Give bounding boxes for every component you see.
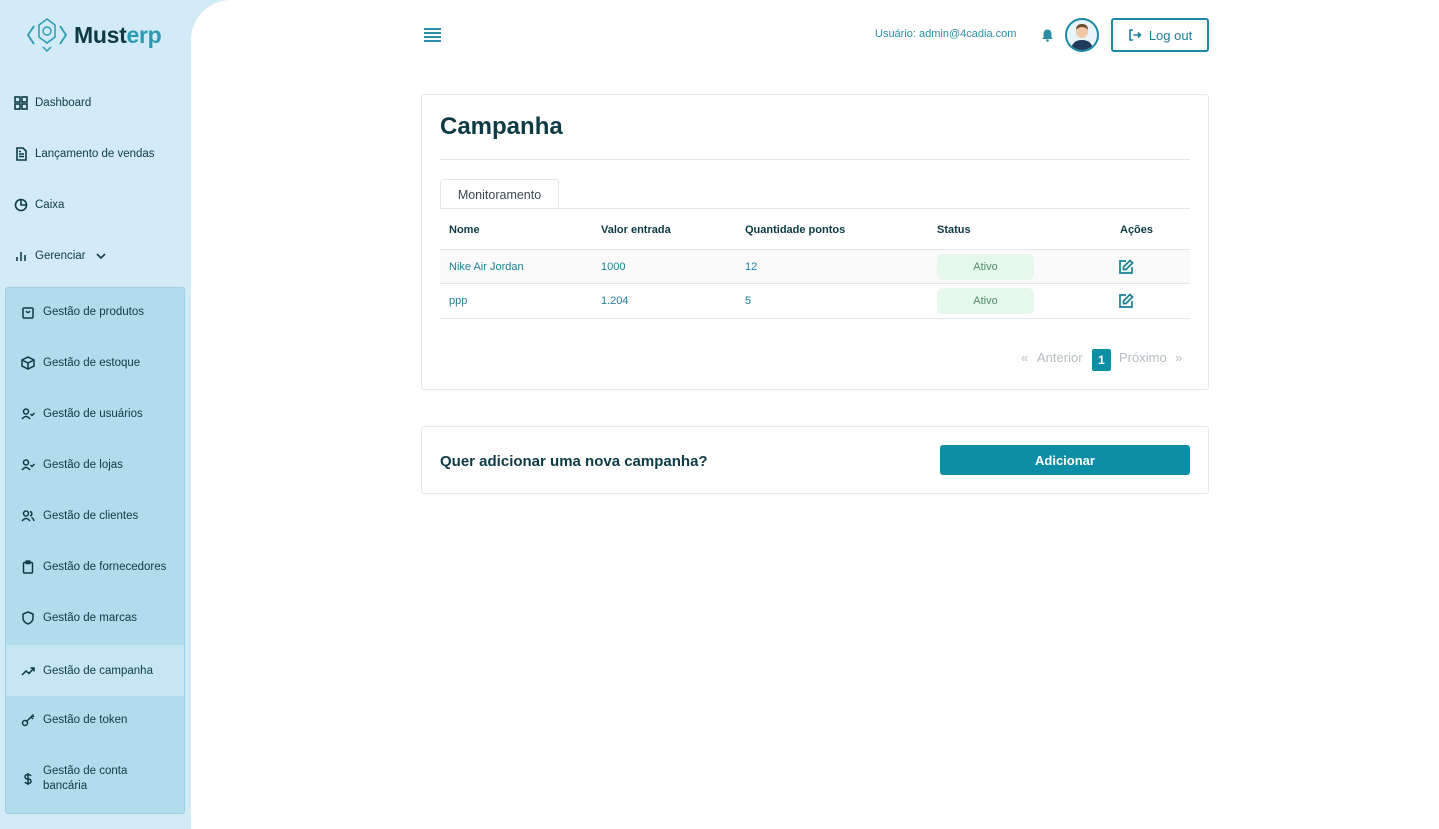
campaign-card: Campanha Monitoramento Nome Valor entrad…: [421, 94, 1209, 390]
status-badge: Ativo: [937, 254, 1034, 280]
pagination-page-1[interactable]: 1: [1092, 349, 1111, 371]
sidebar-item-gestao-de-campanha[interactable]: Gestão de campanha: [6, 645, 184, 696]
sidebar-item-gestao-de-fornecedores[interactable]: Gestão de fornecedores: [6, 560, 184, 574]
user-check-icon: [21, 408, 35, 420]
column-header-acoes: Ações: [1120, 224, 1154, 236]
edit-button[interactable]: [1118, 293, 1134, 309]
submenu-gerenciar: Gestão de produtos Gestão de estoque Ges…: [5, 287, 185, 814]
logo-text: Musterp: [74, 21, 162, 48]
sidebar-item-gestao-de-lojas[interactable]: Gestão de lojas: [6, 458, 184, 472]
cell-nome: ppp: [449, 295, 468, 307]
sidebar-item-label: Caixa: [35, 199, 65, 211]
pagination-next[interactable]: Próximo: [1119, 350, 1167, 365]
users-icon: [21, 510, 35, 522]
sidebar-item-gestao-de-clientes[interactable]: Gestão de clientes: [6, 509, 184, 523]
sidebar-item-label: Gestão de clientes: [43, 510, 139, 522]
add-campaign-button[interactable]: Adicionar: [940, 445, 1190, 475]
logout-button[interactable]: Log out: [1111, 18, 1209, 52]
cell-nome: Nike Air Jordan: [449, 261, 524, 273]
box-icon: [21, 356, 35, 370]
table-row: ppp 1.204 5 Ativo: [440, 284, 1190, 319]
cell-valor: 1.204: [601, 295, 629, 307]
sidebar-item-label: Gestão de token: [43, 714, 128, 726]
avatar[interactable]: [1065, 18, 1099, 52]
user-check-icon: [21, 459, 35, 471]
sidebar-item-label: Gestão de marcas: [43, 612, 137, 624]
key-icon: [21, 713, 35, 727]
column-header-quantidade-pontos: Quantidade pontos: [745, 224, 846, 236]
pie-chart-icon: [14, 198, 28, 212]
sidebar-item-lancamento-de-vendas[interactable]: Lançamento de vendas: [14, 147, 155, 161]
user-avatar-icon: [1071, 24, 1093, 50]
table-row: Nike Air Jordan 1000 12 Ativo: [440, 249, 1190, 284]
trending-up-icon: [21, 666, 35, 676]
sidebar-item-label: Gestão de usuários: [43, 408, 143, 420]
sidebar-item-gestao-de-conta-bancaria[interactable]: Gestão de conta bancária: [6, 764, 184, 794]
edit-button[interactable]: [1118, 259, 1134, 275]
sidebar-item-label: Gestão de lojas: [43, 459, 123, 471]
bar-chart-icon: [16, 252, 26, 261]
sidebar-item-label: Gestão de produtos: [43, 306, 145, 318]
user-label: Usuário: admin@4cadia.com: [875, 28, 1017, 40]
dollar-icon: [24, 773, 32, 785]
column-header-valor-entrada: Valor entrada: [601, 224, 671, 236]
sidebar-item-gestao-de-token[interactable]: Gestão de token: [6, 713, 184, 727]
edit-icon: [1119, 293, 1134, 308]
clipboard-icon: [22, 560, 34, 574]
add-campaign-card: Quer adicionar uma nova campanha? Adicio…: [421, 426, 1209, 494]
sidebar-item-label: Dashboard: [35, 97, 92, 109]
tab-divider: [440, 208, 1190, 209]
sidebar-item-gestao-de-produtos[interactable]: Gestão de produtos: [6, 305, 184, 319]
sidebar-item-dashboard[interactable]: Dashboard: [14, 96, 91, 110]
sidebar-item-gestao-de-usuarios[interactable]: Gestão de usuários: [6, 407, 184, 421]
logo[interactable]: Musterp: [26, 16, 162, 54]
pagination-last[interactable]: »: [1175, 350, 1182, 365]
bell-icon[interactable]: [1041, 28, 1054, 42]
sidebar: Musterp Dashboard Lançamento de vendas C…: [0, 0, 191, 829]
grid-icon: [14, 96, 28, 110]
edit-icon: [1119, 259, 1134, 274]
sidebar-item-label: Gerenciar: [35, 250, 86, 262]
cell-pontos: 12: [745, 261, 758, 273]
sidebar-item-label: Gestão de campanha: [43, 664, 153, 677]
tab-monitoramento[interactable]: Monitoramento: [440, 179, 559, 209]
menu-toggle-icon[interactable]: [424, 28, 441, 42]
sidebar-corner: [191, 0, 231, 40]
divider: [440, 159, 1190, 160]
cell-pontos: 5: [745, 295, 752, 307]
chevron-down-icon: [95, 253, 106, 260]
logout-label: Log out: [1148, 27, 1193, 43]
column-header-nome: Nome: [449, 224, 480, 236]
logout-icon: [1129, 29, 1142, 41]
sidebar-item-caixa[interactable]: Caixa: [14, 198, 64, 212]
pagination-first[interactable]: «: [1021, 350, 1028, 365]
status-badge: Ativo: [937, 288, 1034, 314]
shield-icon: [22, 611, 34, 625]
sidebar-item-label: Lançamento de vendas: [35, 148, 155, 160]
document-icon: [16, 147, 27, 161]
sidebar-item-gerenciar[interactable]: Gerenciar: [14, 249, 107, 263]
sidebar-item-gestao-de-marcas[interactable]: Gestão de marcas: [6, 611, 184, 625]
sidebar-item-gestao-de-estoque[interactable]: Gestão de estoque: [6, 356, 184, 370]
add-campaign-question: Quer adicionar uma nova campanha?: [440, 453, 708, 470]
sidebar-item-label: Gestão de conta bancária: [43, 765, 128, 792]
shopping-bag-icon: [22, 307, 34, 319]
sidebar-item-label: Gestão de fornecedores: [43, 561, 167, 573]
cell-valor: 1000: [601, 261, 626, 273]
logo-icon: [26, 18, 68, 53]
column-header-status: Status: [937, 224, 971, 236]
sidebar-item-label: Gestão de estoque: [43, 357, 141, 369]
page-title: Campanha: [440, 113, 563, 140]
pagination-previous[interactable]: Anterior: [1037, 350, 1083, 365]
